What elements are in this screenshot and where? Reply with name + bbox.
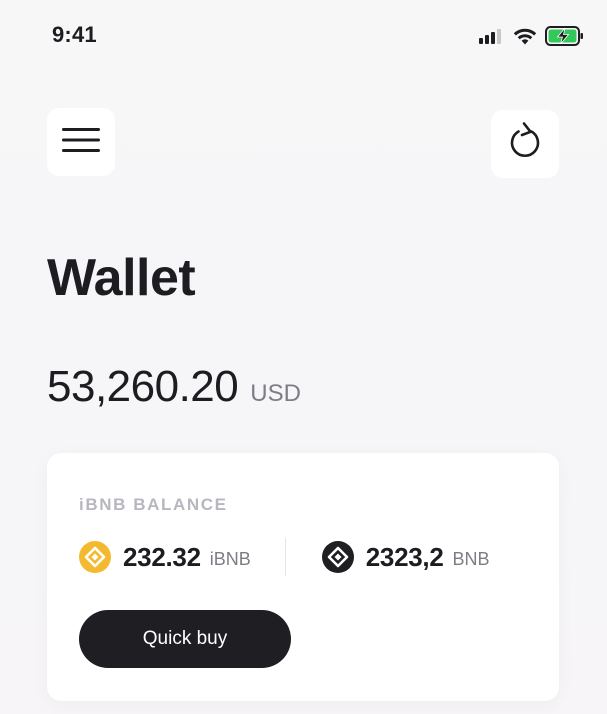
page-title: Wallet	[47, 249, 196, 307]
balance-card-label: iBNB BALANCE	[79, 495, 228, 514]
balance-card: iBNB BALANCE 232.32 iBNB 2323,2 BNB Quic…	[47, 453, 559, 701]
status-bar-icons	[479, 26, 585, 51]
cellular-signal-icon	[479, 28, 505, 49]
refresh-button[interactable]	[491, 110, 559, 178]
bnb-balance-amount: 2323,2	[365, 541, 444, 572]
balance-divider	[284, 538, 286, 576]
bnb-balance: 2323,2 BNB	[321, 541, 490, 573]
total-balance-unit: USD	[250, 380, 301, 407]
total-balance-value: 53,260.20	[47, 362, 239, 411]
hamburger-menu-icon	[62, 127, 100, 158]
menu-button[interactable]	[47, 108, 115, 176]
balance-row: 232.32 iBNB 2323,2 BNB	[79, 537, 527, 577]
bnb-coin-icon	[321, 541, 354, 573]
battery-charging-icon	[545, 26, 585, 51]
status-bar-time: 9:41	[52, 22, 97, 47]
refresh-icon	[507, 121, 543, 167]
wifi-icon	[513, 28, 537, 50]
bnb-balance-unit: BNB	[452, 548, 490, 569]
ibnb-balance-amount: 232.32	[123, 541, 201, 572]
quick-buy-button[interactable]: Quick buy	[79, 610, 291, 668]
ibnb-coin-icon	[79, 541, 111, 573]
total-balance: 53,260.20 USD	[47, 362, 301, 412]
ibnb-balance: 232.32 iBNB	[79, 541, 251, 573]
ibnb-balance-unit: iBNB	[209, 548, 251, 569]
